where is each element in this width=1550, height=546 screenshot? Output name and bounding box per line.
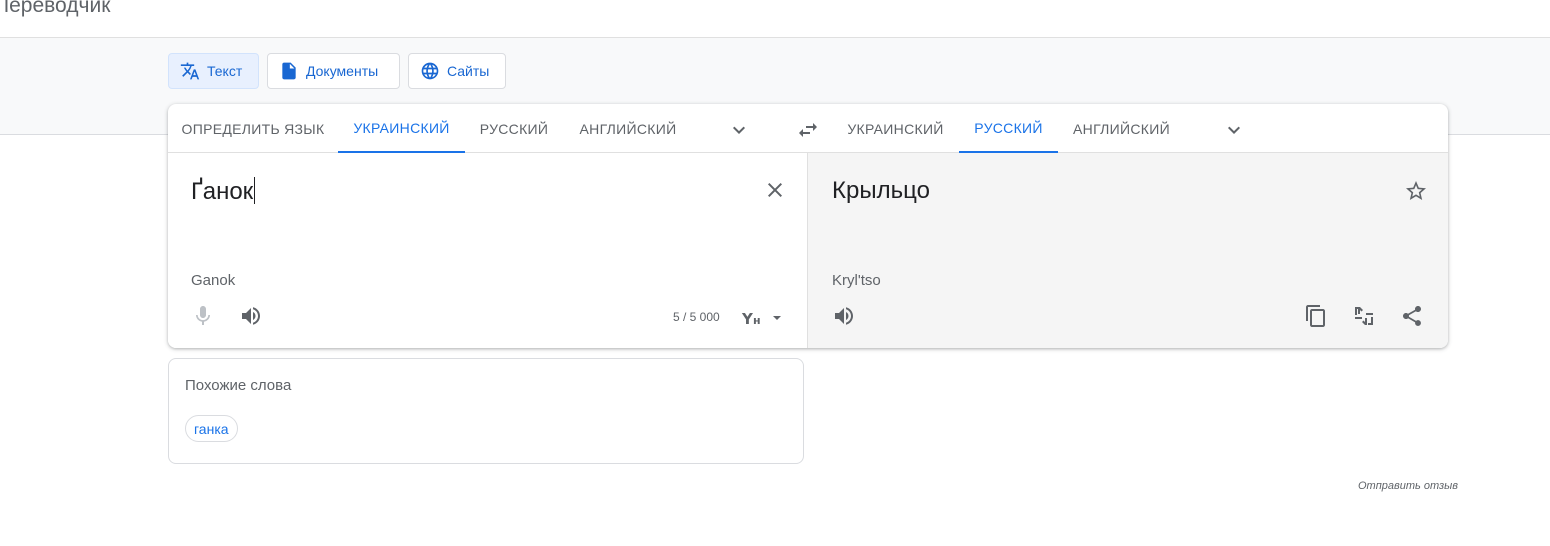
source-input[interactable]: Ґанок bbox=[191, 177, 256, 206]
mode-documents-button[interactable]: Документы bbox=[267, 53, 400, 89]
source-lang-ukrainian[interactable]: УКРАИНСКИЙ bbox=[338, 104, 465, 153]
microphone-icon bbox=[196, 306, 210, 325]
chevron-down-icon bbox=[733, 126, 745, 134]
target-lang-english[interactable]: АНГЛИЙСКИЙ bbox=[1058, 104, 1185, 153]
mode-sites-label: Сайты bbox=[447, 63, 490, 79]
svg-text:н: н bbox=[753, 314, 761, 327]
target-transliteration: Kryl'tso bbox=[832, 272, 881, 289]
listen-source-button[interactable] bbox=[238, 303, 264, 329]
clear-source-button[interactable] bbox=[762, 177, 788, 203]
language-bar: ОПРЕДЕЛИТЬ ЯЗЫК УКРАИНСКИЙ РУССКИЙ АНГЛИ… bbox=[168, 104, 1448, 153]
send-feedback-link[interactable]: Отправить отзыв bbox=[1358, 480, 1458, 492]
similar-words-title: Похожие слова bbox=[185, 377, 292, 394]
translation-text: Крыльцо bbox=[832, 177, 930, 204]
close-icon bbox=[768, 183, 782, 197]
target-lang-russian[interactable]: РУССКИЙ bbox=[959, 104, 1058, 153]
voice-input-button[interactable] bbox=[190, 303, 216, 329]
mode-text-label: Текст bbox=[207, 63, 243, 79]
similar-words-panel: Похожие слова ганка bbox=[168, 358, 804, 464]
speaker-icon bbox=[835, 307, 853, 325]
copy-icon bbox=[1306, 305, 1325, 327]
star-outline-icon bbox=[1406, 181, 1426, 200]
similar-word-chip[interactable]: ганка bbox=[185, 415, 238, 442]
mode-documents-label: Документы bbox=[306, 63, 379, 79]
source-lang-russian[interactable]: РУССКИЙ bbox=[465, 104, 563, 153]
swap-icon bbox=[799, 123, 817, 137]
source-lang-english[interactable]: АНГЛИЙСКИЙ bbox=[563, 104, 693, 153]
mode-text-button[interactable]: Текст bbox=[168, 53, 259, 89]
target-lang-more-button[interactable] bbox=[1220, 116, 1248, 144]
source-transliteration: Ganok bbox=[191, 272, 236, 289]
mode-sites-button[interactable]: Сайты bbox=[408, 53, 506, 89]
translate-icon bbox=[180, 62, 200, 80]
rate-translation-button[interactable] bbox=[1351, 303, 1377, 329]
swap-languages-button[interactable] bbox=[794, 116, 822, 144]
source-text: Ґанок bbox=[191, 178, 254, 205]
translator-card: ОПРЕДЕЛИТЬ ЯЗЫК УКРАИНСКИЙ РУССКИЙ АНГЛИ… bbox=[168, 104, 1448, 348]
save-translation-button[interactable] bbox=[1404, 179, 1428, 203]
rate-thumbs-icon bbox=[1355, 307, 1373, 325]
source-pane: Ґанок Ganok 5 / 5 000 Ү н bbox=[168, 153, 807, 348]
share-translation-button[interactable] bbox=[1399, 303, 1425, 329]
top-bar: Переводчик bbox=[0, 0, 1550, 38]
source-lang-more-button[interactable] bbox=[725, 116, 753, 144]
chevron-down-icon bbox=[1228, 126, 1240, 134]
share-icon bbox=[1403, 306, 1421, 326]
globe-icon bbox=[421, 62, 439, 80]
keyboard-input-icon: Ү н bbox=[741, 310, 781, 328]
document-icon bbox=[282, 62, 296, 80]
source-lang-detect[interactable]: ОПРЕДЕЛИТЬ ЯЗЫК bbox=[168, 104, 338, 153]
app-title: Переводчик bbox=[0, 0, 111, 17]
input-tools-button[interactable]: Ү н bbox=[740, 306, 784, 330]
target-pane: Крыльцо Kryl'tso bbox=[807, 153, 1448, 348]
text-caret bbox=[254, 177, 256, 204]
target-lang-ukrainian[interactable]: УКРАИНСКИЙ bbox=[832, 104, 959, 153]
listen-translation-button[interactable] bbox=[831, 303, 857, 329]
copy-translation-button[interactable] bbox=[1303, 303, 1329, 329]
character-counter: 5 / 5 000 bbox=[673, 310, 720, 324]
speaker-icon bbox=[242, 307, 260, 325]
